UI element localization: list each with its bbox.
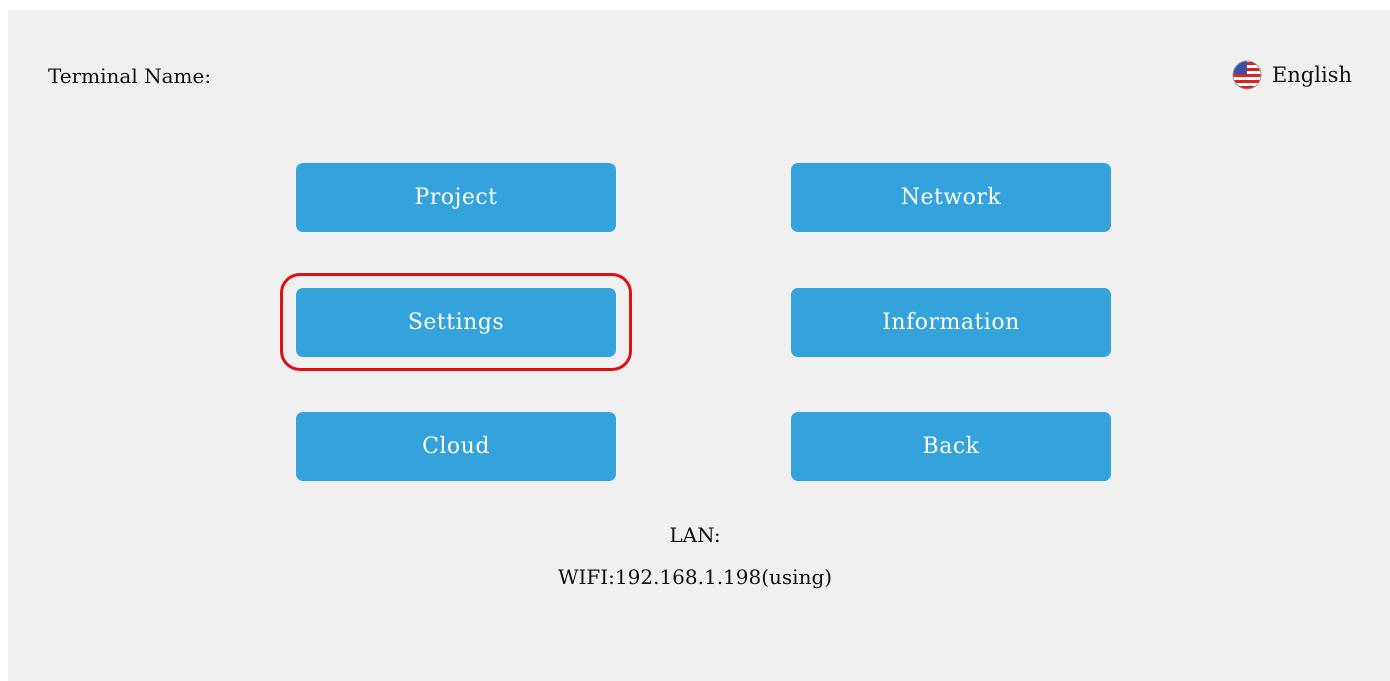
settings-button[interactable]: Settings xyxy=(296,288,616,357)
information-button[interactable]: Information xyxy=(791,288,1111,357)
wifi-status: WIFI:192.168.1.198(using) xyxy=(557,565,833,589)
us-flag-icon xyxy=(1232,60,1262,90)
cloud-button[interactable]: Cloud xyxy=(296,412,616,481)
language-label: English xyxy=(1271,63,1352,87)
language-selector[interactable]: English xyxy=(1232,60,1352,90)
terminal-name-label: Terminal Name: xyxy=(48,64,212,88)
project-button[interactable]: Project xyxy=(296,163,616,232)
back-button[interactable]: Back xyxy=(791,412,1111,481)
lan-status: LAN: xyxy=(669,523,721,547)
network-button[interactable]: Network xyxy=(791,163,1111,232)
